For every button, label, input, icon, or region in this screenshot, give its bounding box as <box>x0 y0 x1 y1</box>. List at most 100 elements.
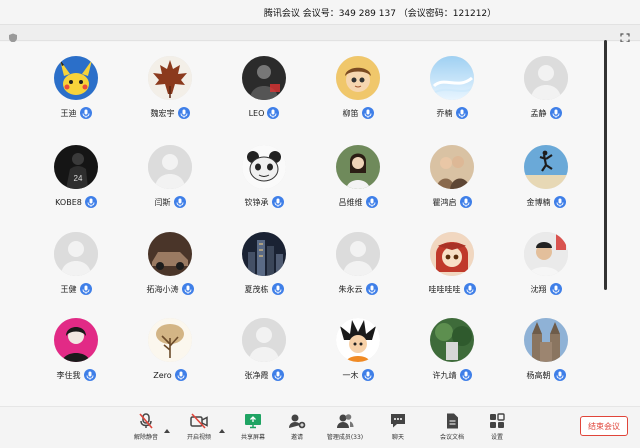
share-screen-button[interactable]: 共享屏幕 <box>228 413 278 441</box>
participant-name: KOBE8 <box>55 197 82 207</box>
avatar <box>148 318 192 362</box>
participant-name: 夏茂栋 <box>244 284 269 294</box>
mic-status-icon <box>174 369 187 381</box>
invite-icon <box>288 413 306 429</box>
mic-status-icon <box>459 369 472 381</box>
participant-name-row: 瞿鸿启 <box>405 195 499 209</box>
participant-name-row: 朱永云 <box>311 282 405 296</box>
invite-label: 邀请 <box>290 434 303 441</box>
mic-status-icon <box>177 107 190 119</box>
mic-status-icon <box>553 369 566 381</box>
avatar <box>336 145 380 189</box>
participant-name: 钦铮承 <box>244 197 269 207</box>
bottom-toolbar: 解除静音 开启视频 共享屏幕 邀请 管理成员(33) 聊天 会议文档 设置 结束… <box>0 406 640 448</box>
mic-status-icon <box>271 196 284 208</box>
participant-name-row: Zero <box>123 368 217 382</box>
participant-tile[interactable]: 瞿鸿启 <box>405 145 499 209</box>
participant-name: 乔楠 <box>436 108 453 118</box>
participant-tile[interactable]: 杨高朝 <box>499 318 593 382</box>
avatar <box>54 318 98 362</box>
participant-name-row: 王健 <box>29 282 123 296</box>
avatar <box>430 232 474 276</box>
meeting-docs-label: 会议文档 <box>439 434 464 441</box>
mic-status-icon <box>271 283 284 295</box>
unmute-button[interactable]: 解除静音 <box>121 413 171 441</box>
video-options-caret[interactable] <box>218 419 226 433</box>
participant-tile[interactable]: LEO <box>217 56 311 120</box>
participant-tile[interactable]: 柳笛 <box>311 56 405 120</box>
participant-name: 李住我 <box>56 370 81 380</box>
participant-name: 拓海小涛 <box>146 284 179 294</box>
participant-name-row: 夏茂栋 <box>217 282 311 296</box>
participant-name: 哇哇哇哇 <box>428 284 461 294</box>
participant-name: 王健 <box>60 284 77 294</box>
participant-tile[interactable]: 李住我 <box>29 318 123 382</box>
participant-grid: 王迪 魏宏宇 LEO 柳笛 乔楠 孟静 24 KOBE8 闫斯 钦铮承 吕维维 瞿鸿启 金博楠王健 拓海小… <box>0 42 640 406</box>
participant-name: 金博楠 <box>526 197 551 207</box>
participant-tile[interactable]: Zero <box>123 318 217 382</box>
settings-button[interactable]: 设置 <box>472 413 522 441</box>
participant-tile[interactable]: 金博楠 <box>499 145 593 209</box>
avatar <box>242 56 286 100</box>
participant-tile[interactable]: 哇哇哇哇 <box>405 232 499 296</box>
participant-tile[interactable]: 钦铮承 <box>217 145 311 209</box>
participant-name: 魏宏宇 <box>150 108 175 118</box>
participant-name-row: 金博楠 <box>499 195 593 209</box>
start-video-button[interactable]: 开启视频 <box>174 413 224 441</box>
participant-name-row: 一木 <box>311 368 405 382</box>
mic-status-icon <box>361 369 374 381</box>
participant-tile[interactable]: 孟静 <box>499 56 593 120</box>
participant-tile[interactable]: 一木 <box>311 318 405 382</box>
manage-members-button[interactable]: 管理成员(33) <box>320 413 370 441</box>
mic-status-icon <box>549 107 562 119</box>
avatar <box>524 318 568 362</box>
chat-icon <box>389 413 407 429</box>
participant-name: 孟静 <box>530 108 547 118</box>
participant-name: 闫斯 <box>154 197 171 207</box>
avatar <box>242 232 286 276</box>
participant-tile[interactable]: 夏茂栋 <box>217 232 311 296</box>
scrollbar[interactable] <box>604 40 607 290</box>
mic-status-icon <box>455 107 468 119</box>
participant-tile[interactable]: 朱永云 <box>311 232 405 296</box>
avatar: 24 <box>54 145 98 189</box>
participant-tile[interactable]: 24 KOBE8 <box>29 145 123 209</box>
avatar <box>430 318 474 362</box>
participant-tile[interactable]: 乔楠 <box>405 56 499 120</box>
shield-icon[interactable] <box>8 28 18 43</box>
avatar <box>54 56 98 100</box>
participant-name: 朱永云 <box>338 284 363 294</box>
mic-status-icon <box>79 107 92 119</box>
mic-status-icon <box>79 283 92 295</box>
avatar <box>430 145 474 189</box>
participant-tile[interactable]: 魏宏宇 <box>123 56 217 120</box>
participant-tile[interactable]: 许九靖 <box>405 318 499 382</box>
participant-tile[interactable]: 吕维维 <box>311 145 405 209</box>
end-meeting-button[interactable]: 结束会议 <box>580 416 628 436</box>
participant-tile[interactable]: 沈翔 <box>499 232 593 296</box>
participant-tile[interactable]: 闫斯 <box>123 145 217 209</box>
participant-name: 张净霞 <box>244 370 269 380</box>
avatar <box>148 56 192 100</box>
participant-tile[interactable]: 王健 <box>29 232 123 296</box>
start-video-label: 开启视频 <box>186 434 211 441</box>
participant-name-row: 吕维维 <box>311 195 405 209</box>
participant-tile[interactable]: 王迪 <box>29 56 123 120</box>
fullscreen-icon[interactable] <box>620 28 630 43</box>
mic-status-icon <box>365 283 378 295</box>
participant-name-row: 闫斯 <box>123 195 217 209</box>
participant-name: 吕维维 <box>338 197 363 207</box>
chat-button[interactable]: 聊天 <box>373 413 423 441</box>
participant-tile[interactable]: 拓海小涛 <box>123 232 217 296</box>
participant-name: 王迪 <box>60 108 77 118</box>
meeting-docs-button[interactable]: 会议文档 <box>427 413 477 441</box>
audio-options-caret[interactable] <box>163 419 171 433</box>
share-screen-label: 共享屏幕 <box>240 434 265 441</box>
avatar <box>524 232 568 276</box>
participant-tile[interactable]: 张净霞 <box>217 318 311 382</box>
participant-name-row: 柳笛 <box>311 106 405 120</box>
invite-button[interactable]: 邀请 <box>272 413 322 441</box>
avatar <box>148 232 192 276</box>
mic-status-icon <box>361 107 374 119</box>
participant-name-row: 张净霞 <box>217 368 311 382</box>
